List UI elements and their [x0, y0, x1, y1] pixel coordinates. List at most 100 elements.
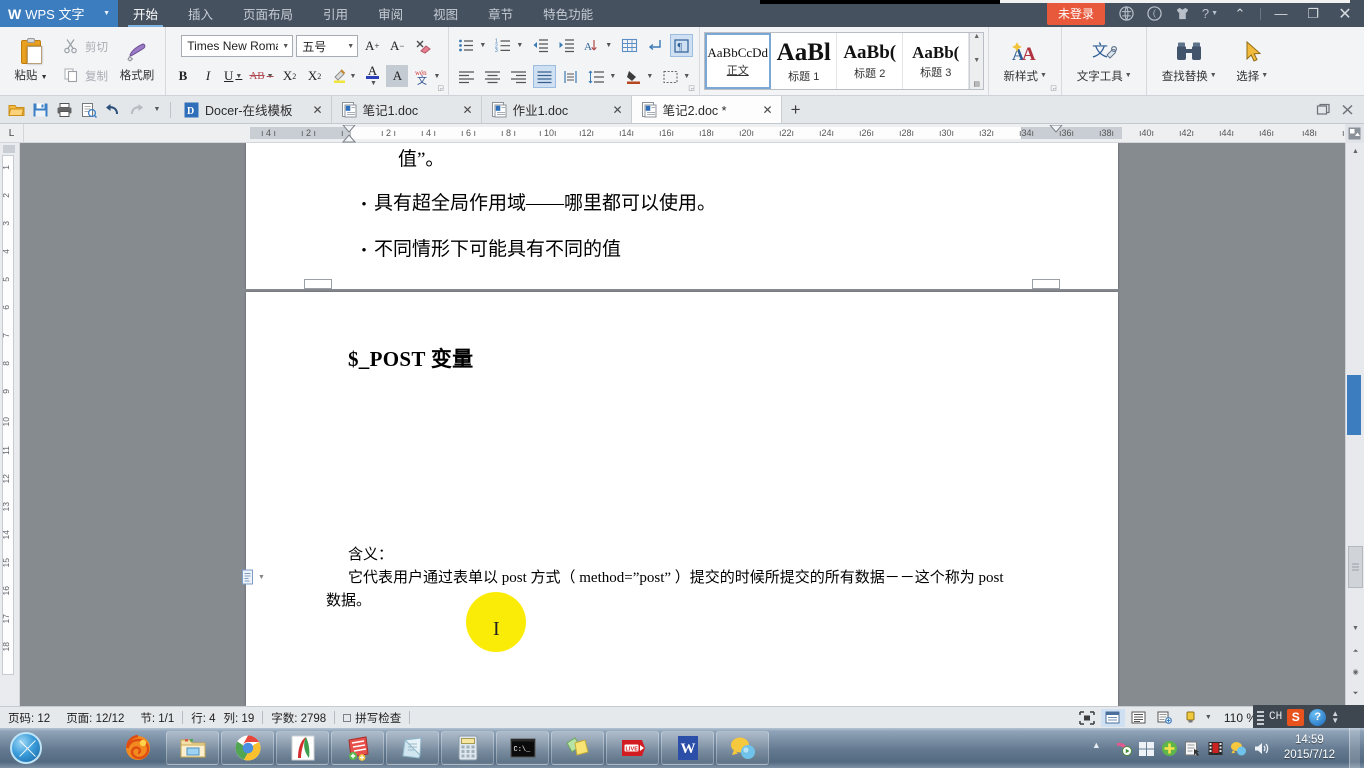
- taskbar-item-firefox[interactable]: [111, 731, 164, 765]
- page-view-icon[interactable]: [1100, 708, 1125, 727]
- scroll-down-icon[interactable]: ▼: [973, 57, 980, 64]
- chevron-down-icon[interactable]: ▼: [103, 10, 110, 17]
- globe-icon[interactable]: [1113, 0, 1139, 27]
- media-player-icon[interactable]: [1115, 740, 1132, 757]
- strikethrough-button[interactable]: AB ▼: [247, 65, 275, 87]
- style-item-heading-2[interactable]: AaBb( 标题 2: [837, 33, 904, 89]
- vertical-ruler[interactable]: 1 2 3 4 5 6 7 8 9 10 11 12 13 14 15 16 1…: [0, 143, 20, 706]
- taskbar-item-command-prompt[interactable]: C:\_: [496, 731, 549, 765]
- print-preview-icon[interactable]: [77, 99, 99, 121]
- paragraph-dialog-launcher[interactable]: ◲: [688, 85, 696, 93]
- ime-drag-handle-icon[interactable]: [1257, 709, 1264, 725]
- browse-object-icon[interactable]: ◉: [1346, 663, 1364, 680]
- scrollbar-thumb[interactable]: [1348, 546, 1363, 588]
- open-icon[interactable]: [5, 99, 27, 121]
- help-icon[interactable]: ? ▼: [1197, 0, 1223, 27]
- superscript-button[interactable]: X2: [279, 65, 301, 87]
- taskbar-item-wps-writer[interactable]: W: [661, 731, 714, 765]
- doc-tab-homework1[interactable]: 作业1.doc ✕: [482, 96, 632, 123]
- document-page-current[interactable]: $_POST 变量 含义： 它代表用户通过表单以 post 方式（ method…: [242, 292, 1118, 706]
- close-tab-icon[interactable]: ✕: [449, 103, 473, 117]
- select-button[interactable]: 选择 ▼: [1226, 30, 1278, 92]
- taskbar-clock[interactable]: 14:59 2015/7/12: [1276, 733, 1343, 763]
- font-size-combo[interactable]: 五号 ▼: [296, 35, 359, 57]
- hanging-indent-marker[interactable]: [342, 133, 356, 143]
- restore-window-icon[interactable]: [1312, 99, 1334, 121]
- status-spellcheck[interactable]: 拼写检查: [335, 710, 409, 726]
- outline-view-icon[interactable]: [1127, 709, 1151, 727]
- ribbon-tab-section[interactable]: 章节: [473, 0, 528, 27]
- shading-button[interactable]: [622, 65, 645, 88]
- ribbon-tab-view[interactable]: 视图: [418, 0, 473, 27]
- style-gallery-scroll[interactable]: ▲ ▼ ▤: [969, 33, 984, 89]
- minimize-icon[interactable]: —: [1266, 0, 1296, 27]
- app-menu-button[interactable]: W WPS 文字 ▼: [0, 0, 118, 27]
- subscript-button[interactable]: X2: [304, 65, 326, 87]
- taskbar-item-pdf-reader[interactable]: [276, 731, 329, 765]
- undo-icon[interactable]: [101, 99, 123, 121]
- close-tab-icon[interactable]: ✕: [599, 103, 623, 117]
- doc-tab-notes2[interactable]: 笔记2.doc * ✕: [631, 96, 782, 123]
- collapse-ribbon-icon[interactable]: ⌃: [1225, 0, 1255, 27]
- align-center-button[interactable]: [481, 65, 504, 88]
- taskbar-item-file-explorer[interactable]: [166, 731, 219, 765]
- web-view-icon[interactable]: [1153, 709, 1177, 727]
- show-desktop-button[interactable]: [1349, 728, 1360, 768]
- align-left-button[interactable]: [455, 65, 478, 88]
- video-icon[interactable]: [1207, 740, 1224, 757]
- scroll-up-icon[interactable]: ▲: [1346, 143, 1364, 160]
- increase-indent-button[interactable]: [555, 34, 578, 57]
- tab-stop-selector[interactable]: L: [0, 123, 24, 143]
- clear-format-button[interactable]: [411, 35, 433, 57]
- first-line-indent-marker[interactable]: [342, 124, 356, 133]
- style-item-normal[interactable]: AaBbCcDd 正文: [705, 33, 772, 89]
- cut-button[interactable]: 剪切: [60, 35, 111, 59]
- bold-button[interactable]: B: [172, 65, 194, 87]
- input-method-icon[interactable]: [1184, 740, 1201, 757]
- highlight-button[interactable]: ▼: [329, 65, 359, 87]
- scroll-up-icon[interactable]: ▲: [973, 33, 980, 40]
- windows-icon[interactable]: [1138, 740, 1155, 757]
- copy-button[interactable]: 复制: [60, 64, 111, 88]
- doc-tab-docer[interactable]: D Docer-在线模板 ✕: [174, 96, 332, 123]
- numbered-list-button[interactable]: 123: [492, 34, 515, 57]
- volume-icon[interactable]: [1253, 740, 1270, 757]
- line-spacing-button[interactable]: [585, 65, 608, 88]
- ime-toolbar[interactable]: CH S ? ▲ ▼: [1253, 705, 1364, 729]
- status-pages[interactable]: 页面: 12/12: [58, 710, 132, 726]
- paste-button[interactable]: 粘贴 ▼: [5, 30, 57, 92]
- ribbon-tab-features[interactable]: 特色功能: [528, 0, 608, 27]
- border-style-button[interactable]: [659, 65, 682, 88]
- chevron-down-icon[interactable]: ▼: [1205, 714, 1216, 721]
- full-screen-view-icon[interactable]: [1075, 709, 1099, 727]
- borders-button[interactable]: [618, 34, 641, 57]
- italic-button[interactable]: I: [197, 65, 219, 87]
- moon-icon[interactable]: [1141, 0, 1167, 27]
- shrink-font-button[interactable]: A −: [386, 35, 408, 57]
- find-replace-button[interactable]: 查找替换 ▼: [1152, 30, 1226, 92]
- close-window-icon[interactable]: [1336, 99, 1358, 121]
- char-shading-button[interactable]: A: [386, 65, 409, 87]
- align-right-button[interactable]: [507, 65, 530, 88]
- ribbon-tab-home[interactable]: 开始: [118, 0, 173, 27]
- customize-icon[interactable]: ▼: [149, 99, 165, 121]
- text-tools-button[interactable]: 文 文字工具 ▼: [1067, 30, 1141, 92]
- show-hidden-icons-icon[interactable]: ▲: [1092, 740, 1109, 757]
- decrease-indent-button[interactable]: [529, 34, 552, 57]
- new-style-button[interactable]: AA 新样式 ▼: [994, 30, 1056, 92]
- status-column[interactable]: 列: 19: [224, 710, 263, 726]
- document-page-previous[interactable]: 值”。 • 具有超全局作用域——哪里都可以使用。 • 不同情形下可能具有不同的值: [246, 143, 1118, 289]
- new-document-tab-button[interactable]: +: [782, 96, 810, 123]
- justify-button[interactable]: [533, 65, 557, 88]
- login-button[interactable]: 未登录: [1046, 2, 1105, 25]
- underline-button[interactable]: U ▼: [222, 65, 244, 87]
- redo-icon[interactable]: [125, 99, 147, 121]
- status-word-count[interactable]: 字数: 2798: [263, 710, 334, 726]
- horizontal-ruler-track[interactable]: ı 4 ı ı 2 ı ı ı 2 ı ı 4 ı ı 6 ı ı 8 ı ı …: [24, 124, 1364, 143]
- print-icon[interactable]: [53, 99, 75, 121]
- navigation-pane-button[interactable]: [1345, 124, 1364, 143]
- next-page-icon[interactable]: ⏷: [1346, 685, 1364, 702]
- show-formatting-marks-button[interactable]: ¶: [670, 34, 694, 57]
- status-page-number[interactable]: 页码: 12: [0, 710, 58, 726]
- taskbar-item-sticky-notes[interactable]: [551, 731, 604, 765]
